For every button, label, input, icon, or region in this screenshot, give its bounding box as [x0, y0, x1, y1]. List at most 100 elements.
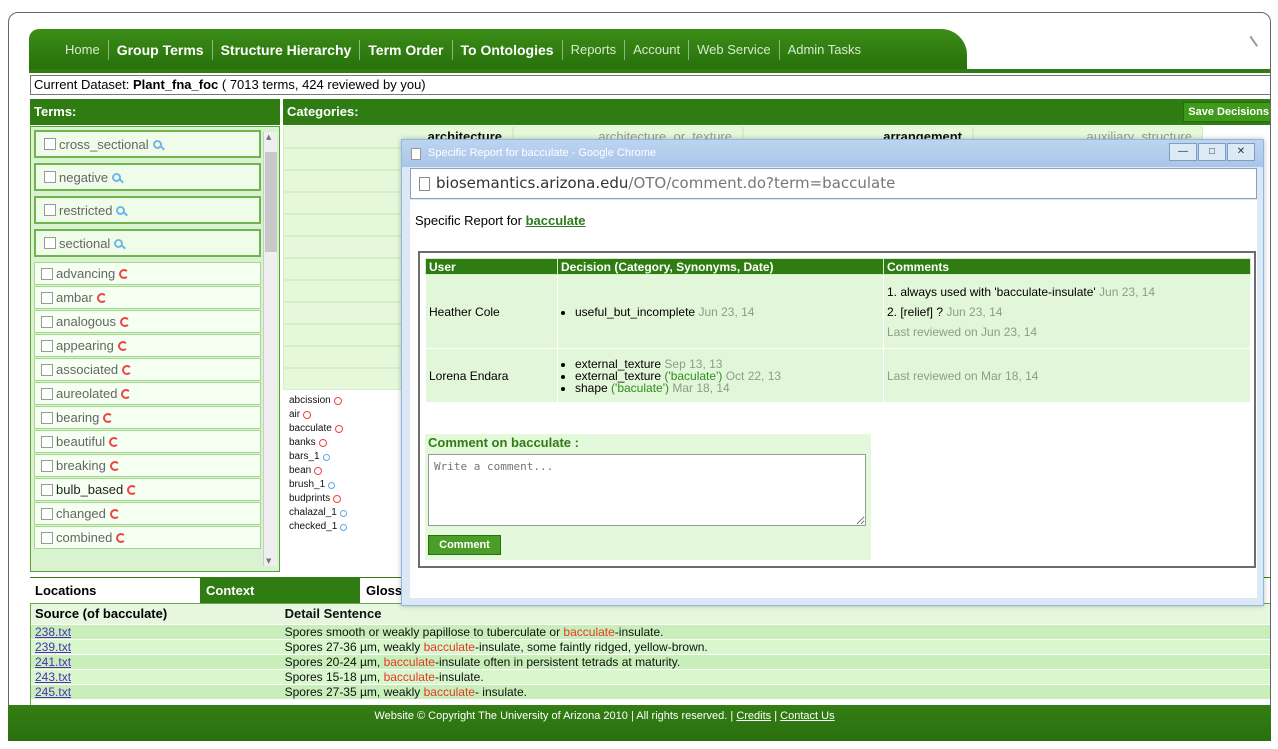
status-icon[interactable] [119, 268, 130, 279]
credits-link[interactable]: Credits [736, 710, 771, 722]
tab-locations[interactable]: Locations [30, 578, 200, 603]
tab-context[interactable]: Context [200, 578, 360, 603]
term-checkbox[interactable] [41, 411, 53, 424]
popup-titlebar[interactable]: Specific Report for bacculate - Google C… [402, 140, 1263, 167]
category-term-row[interactable]: budprints [289, 492, 347, 506]
source-file-link[interactable]: 243.txt [31, 670, 279, 684]
terms-scrollbar[interactable]: ▲ ▼ [263, 132, 277, 566]
term-card[interactable]: sectional [34, 229, 261, 257]
term-row[interactable]: ambar [34, 286, 261, 309]
status-icon[interactable] [117, 340, 128, 351]
scroll-up-icon[interactable]: ▲ [266, 133, 271, 141]
source-file-link[interactable]: 241.txt [31, 655, 279, 669]
nav-account[interactable]: Account [625, 40, 690, 60]
status-icon[interactable] [120, 316, 130, 327]
nav-admin-tasks[interactable]: Admin Tasks [780, 40, 869, 60]
magnifier-icon[interactable] [114, 238, 124, 248]
maximize-icon[interactable]: □ [1198, 143, 1226, 161]
term-checkbox[interactable] [41, 387, 53, 400]
term-checkbox[interactable] [41, 435, 53, 448]
nav-reports[interactable]: Reports [563, 40, 626, 60]
category-term-row[interactable]: abcission [289, 394, 347, 408]
term-checkbox[interactable] [41, 315, 53, 328]
decision-cell: useful_but_incomplete Jun 23, 14 [557, 274, 884, 349]
term-checkbox[interactable] [41, 531, 53, 544]
term-checkbox[interactable] [41, 339, 53, 352]
term-checkbox[interactable] [41, 267, 53, 280]
status-icon[interactable] [121, 388, 132, 399]
status-icon[interactable] [333, 495, 342, 503]
contact-link[interactable]: Contact Us [780, 710, 834, 722]
status-icon[interactable] [96, 292, 107, 303]
term-row[interactable]: appearing [34, 334, 261, 357]
status-icon[interactable] [122, 364, 133, 375]
term-checkbox[interactable] [44, 237, 56, 249]
term-row[interactable]: bulb_based [34, 478, 261, 501]
term-row[interactable]: aureolated [34, 382, 261, 405]
nav-web-service[interactable]: Web Service [689, 40, 780, 60]
category-term-row[interactable]: brush_1 [289, 478, 347, 492]
category-term-row[interactable]: chalazal_1 [289, 506, 347, 520]
scroll-thumb[interactable] [265, 152, 277, 252]
term-card[interactable]: restricted [34, 196, 261, 224]
report-term-link[interactable]: bacculate [526, 213, 586, 228]
category-term-row[interactable]: checked_1 [289, 520, 348, 534]
source-file-link[interactable]: 238.txt [31, 625, 279, 639]
term-row[interactable]: associated [34, 358, 261, 381]
magnifier-icon[interactable] [152, 139, 162, 149]
url-bar[interactable]: biosemantics.arizona.edu/OTO/comment.do?… [410, 168, 1257, 199]
term-row[interactable]: analogous [34, 310, 261, 333]
status-icon[interactable] [103, 412, 114, 423]
term-row[interactable]: advancing [34, 262, 261, 285]
status-icon[interactable] [109, 436, 120, 447]
status-icon[interactable] [318, 439, 327, 447]
nav-home[interactable]: Home [57, 40, 109, 60]
category-term-row[interactable]: bacculate [289, 422, 347, 436]
status-icon[interactable] [116, 532, 127, 543]
category-term-row[interactable]: bars_1 [289, 450, 347, 464]
term-checkbox[interactable] [41, 507, 53, 520]
status-icon[interactable] [127, 484, 138, 495]
nav-term-order[interactable]: Term Order [360, 40, 453, 60]
nav-structure-hierarchy[interactable]: Structure Hierarchy [213, 40, 361, 60]
status-icon[interactable] [334, 425, 343, 433]
source-file-link[interactable]: 239.txt [31, 640, 279, 654]
term-checkbox[interactable] [44, 171, 56, 183]
save-decisions-button[interactable]: Save Decisions [1183, 102, 1270, 122]
term-checkbox[interactable] [41, 291, 53, 304]
close-icon[interactable]: ✕ [1227, 143, 1255, 161]
status-icon[interactable] [109, 460, 120, 471]
category-term-row[interactable]: bean [289, 464, 347, 478]
status-icon[interactable] [314, 467, 323, 475]
term-checkbox[interactable] [44, 138, 56, 150]
nav-group-terms[interactable]: Group Terms [109, 40, 213, 60]
comment-button[interactable]: Comment [428, 535, 501, 555]
term-checkbox[interactable] [41, 363, 53, 376]
term-checkbox[interactable] [41, 459, 53, 472]
magnifier-icon[interactable] [340, 523, 348, 531]
minimize-icon[interactable]: — [1169, 143, 1197, 161]
status-icon[interactable] [303, 411, 312, 419]
source-file-link[interactable]: 245.txt [31, 685, 279, 699]
magnifier-icon[interactable] [322, 453, 330, 461]
status-icon[interactable] [333, 397, 342, 405]
term-row[interactable]: bearing [34, 406, 261, 429]
term-row[interactable]: breaking [34, 454, 261, 477]
term-card[interactable]: cross_sectional [34, 130, 261, 158]
term-card[interactable]: negative [34, 163, 261, 191]
scroll-down-icon[interactable]: ▼ [266, 557, 271, 565]
status-icon[interactable] [109, 508, 120, 519]
comment-textarea[interactable] [428, 454, 866, 526]
term-checkbox[interactable] [44, 204, 56, 216]
nav-to-ontologies[interactable]: To Ontologies [453, 40, 563, 60]
term-row[interactable]: beautiful [34, 430, 261, 453]
term-checkbox[interactable] [41, 483, 53, 496]
magnifier-icon[interactable] [328, 481, 336, 489]
term-row[interactable]: changed [34, 502, 261, 525]
category-term-row[interactable]: banks [289, 436, 347, 450]
term-row[interactable]: combined [34, 526, 261, 549]
magnifier-icon[interactable] [116, 205, 126, 215]
category-term-row[interactable]: air [289, 408, 347, 422]
magnifier-icon[interactable] [112, 172, 122, 182]
magnifier-icon[interactable] [339, 509, 347, 517]
